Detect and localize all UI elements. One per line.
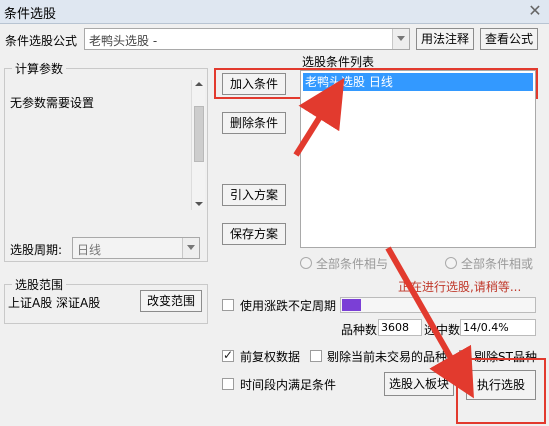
arrow-to-condition-list [293, 77, 345, 157]
arrow-to-execute [385, 246, 474, 399]
annotation-arrows [293, 77, 474, 399]
